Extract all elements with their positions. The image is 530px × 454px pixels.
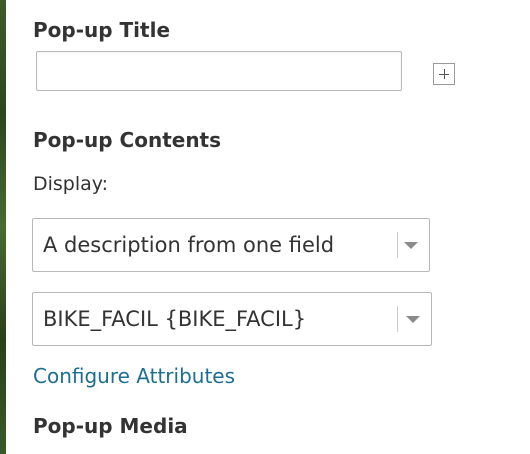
add-field-button[interactable] bbox=[433, 63, 455, 85]
popup-media-heading: Pop-up Media bbox=[33, 414, 188, 438]
configure-attributes-link[interactable]: Configure Attributes bbox=[33, 364, 235, 388]
display-label: Display: bbox=[33, 173, 109, 195]
display-mode-select[interactable]: A description from one field bbox=[32, 218, 430, 272]
select-divider bbox=[397, 232, 398, 258]
select-divider bbox=[397, 306, 398, 332]
field-select[interactable]: BIKE_FACIL {BIKE_FACIL} bbox=[32, 292, 432, 346]
display-mode-value: A description from one field bbox=[43, 233, 335, 257]
popup-contents-heading: Pop-up Contents bbox=[33, 128, 222, 152]
chevron-down-icon bbox=[406, 316, 420, 323]
popup-title-input[interactable] bbox=[36, 51, 402, 91]
field-select-value: BIKE_FACIL {BIKE_FACIL} bbox=[43, 307, 307, 331]
popup-config-panel: Pop-up Title Pop-up Contents Display: A … bbox=[6, 0, 530, 454]
popup-title-heading: Pop-up Title bbox=[33, 18, 171, 42]
chevron-down-icon bbox=[404, 242, 418, 249]
